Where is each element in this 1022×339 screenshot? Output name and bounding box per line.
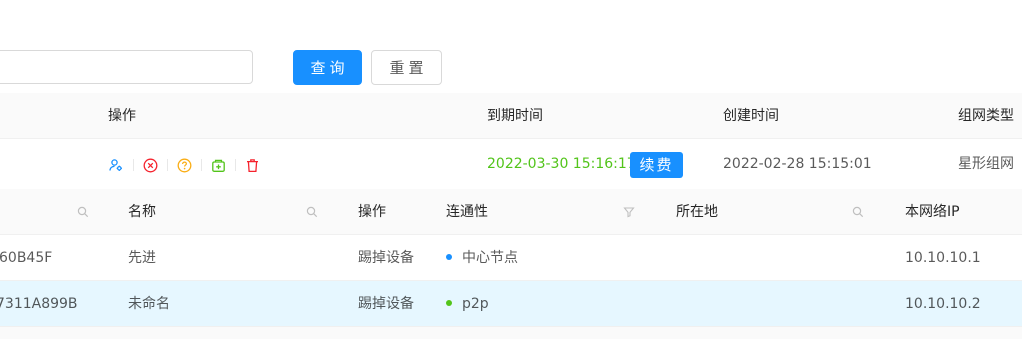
table-row[interactable]: 7311A899B 未命名 踢掉设备 p2p 10.10.10.2: [0, 281, 1022, 327]
divider: [201, 159, 202, 171]
device-id: 7311A899B: [0, 296, 78, 312]
inner-table-header: 名称 操作 连通性 所在地 本网络IP: [0, 189, 1022, 235]
search-icon[interactable]: [77, 206, 89, 218]
outer-table-header: 操作 到期时间 创建时间 组网类型: [0, 93, 1022, 139]
search-icon[interactable]: [306, 206, 318, 218]
header-name: 名称: [128, 204, 156, 220]
connectivity-label: 中心节点: [462, 250, 518, 266]
status-dot: [446, 254, 452, 260]
search-input[interactable]: [0, 50, 253, 84]
device-ip: 10.10.10.1: [905, 250, 981, 266]
row-operations: [108, 157, 260, 173]
connectivity-label: p2p: [462, 296, 489, 312]
connectivity-status: p2p: [446, 281, 489, 327]
table-footer-area: [0, 327, 1022, 339]
question-circle-icon[interactable]: [176, 157, 192, 173]
header-inner-operations: 操作: [358, 204, 386, 220]
device-name: 未命名: [128, 296, 170, 312]
search-icon[interactable]: [852, 206, 864, 218]
header-network-ip: 本网络IP: [905, 204, 960, 220]
reset-button[interactable]: 重置: [371, 50, 442, 85]
device-ip: 10.10.10.2: [905, 296, 981, 312]
device-id: 60B45F: [0, 250, 53, 266]
close-circle-icon[interactable]: [142, 157, 158, 173]
delete-icon[interactable]: [244, 157, 260, 173]
kick-device-link[interactable]: 踢掉设备: [358, 235, 414, 281]
header-created-time: 创建时间: [723, 108, 779, 124]
connectivity-status: 中心节点: [446, 235, 518, 281]
device-name: 先进: [128, 250, 156, 266]
add-box-icon[interactable]: [210, 157, 226, 173]
network-type: 星形组网: [958, 156, 1014, 172]
divider: [167, 159, 168, 171]
user-settings-icon[interactable]: [108, 157, 124, 173]
divider: [235, 159, 236, 171]
filter-icon[interactable]: [623, 206, 635, 218]
header-connectivity: 连通性: [446, 204, 488, 220]
query-button[interactable]: 查询: [293, 50, 362, 85]
expiry-time: 2022-03-30 15:16:17: [487, 156, 636, 172]
divider: [133, 159, 134, 171]
outer-table-row: 2022-03-30 15:16:17 续费 2022-02-28 15:15:…: [0, 139, 1022, 189]
header-location: 所在地: [676, 204, 718, 220]
created-time: 2022-02-28 15:15:01: [723, 156, 872, 172]
header-network-type: 组网类型: [958, 108, 1014, 124]
table-row[interactable]: 60B45F 先进 踢掉设备 中心节点 10.10.10.1: [0, 235, 1022, 281]
status-dot: [446, 300, 452, 306]
header-operations: 操作: [108, 108, 136, 124]
header-expiry-time: 到期时间: [487, 108, 543, 124]
kick-device-link[interactable]: 踢掉设备: [358, 281, 414, 327]
renew-button[interactable]: 续费: [630, 152, 683, 178]
